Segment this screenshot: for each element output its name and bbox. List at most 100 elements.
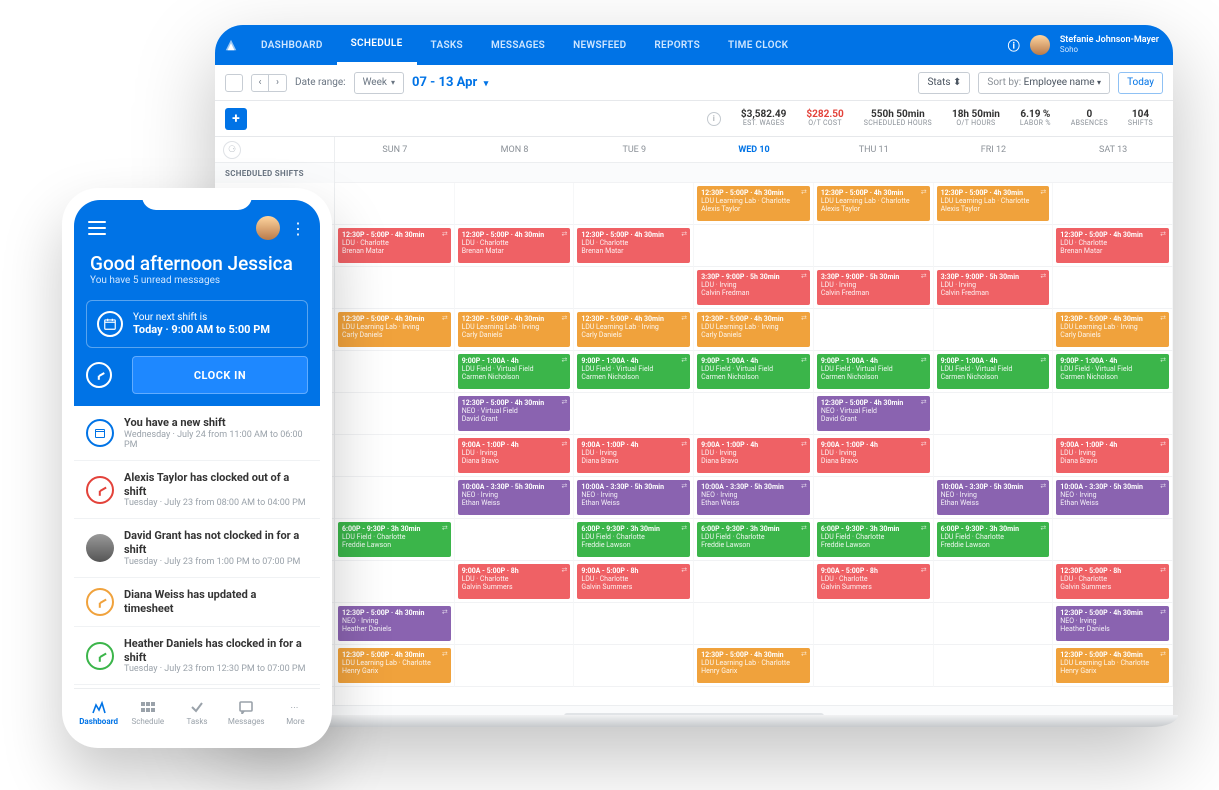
tab-dashboard[interactable]: Dashboard <box>74 689 123 736</box>
schedule-cell[interactable]: ⇄9:00P - 1:00A · 4hLDU Field · Virtual F… <box>574 351 694 393</box>
shift-card[interactable]: ⇄9:00A - 1:00P · 4hLDU · IrvingDiana Bra… <box>817 438 930 473</box>
schedule-cell[interactable]: ⇄9:00A - 1:00P · 4hLDU · IrvingDiana Bra… <box>814 435 934 477</box>
schedule-cell[interactable]: ⇄9:00A - 1:00P · 4hLDU · IrvingDiana Bra… <box>1053 435 1173 477</box>
shift-card[interactable]: ⇄9:00P - 1:00A · 4hLDU Field · Virtual F… <box>1056 354 1169 389</box>
filter-icon[interactable]: ⚆ <box>223 141 241 159</box>
schedule-cell[interactable]: ⇄9:00A - 1:00P · 4hLDU · IrvingDiana Bra… <box>694 435 814 477</box>
schedule-cell[interactable]: ⇄12:30P - 5:00P · 4h 30minLDU Learning L… <box>1053 309 1173 351</box>
schedule-cell[interactable] <box>934 603 1054 645</box>
schedule-cell[interactable] <box>455 519 575 561</box>
schedule-cell[interactable]: ⇄9:00A - 5:00P · 8hLDU · CharlotteGalvin… <box>455 561 575 603</box>
tab-more[interactable]: ⋯More <box>271 689 320 736</box>
schedule-cell[interactable]: ⇄12:30P - 5:00P · 4h 30minLDU Learning L… <box>814 183 934 225</box>
shift-card[interactable]: ⇄12:30P - 5:00P · 4h 30minLDU Learning L… <box>817 186 930 221</box>
next-week-button[interactable]: › <box>269 74 287 92</box>
day-header[interactable]: MON 8 <box>455 137 575 163</box>
schedule-cell[interactable]: ⇄12:30P - 5:00P · 4h 30minLDU · Charlott… <box>1053 225 1173 267</box>
schedule-cell[interactable]: ⇄12:30P - 5:00P · 4h 30minLDU · Charlott… <box>455 225 575 267</box>
shift-card[interactable]: ⇄12:30P - 5:00P · 4h 30minNEO · IrvingHe… <box>338 606 451 641</box>
feed-item[interactable]: Alexis Taylor has clocked out of a shift… <box>74 461 320 520</box>
shift-card[interactable]: ⇄6:00P - 9:30P · 3h 30minLDU Field · Cha… <box>697 522 810 557</box>
stats-button[interactable]: Stats ⬍ <box>918 72 970 94</box>
schedule-cell[interactable] <box>335 267 455 309</box>
schedule-cell[interactable]: ⇄12:30P - 5:00P · 4h 30minLDU Learning L… <box>694 183 814 225</box>
tab-messages[interactable]: Messages <box>222 689 271 736</box>
schedule-cell[interactable] <box>934 645 1054 687</box>
schedule-cell[interactable]: ⇄6:00P - 9:30P · 3h 30minLDU Field · Cha… <box>934 519 1054 561</box>
feed-item[interactable]: You have a new shiftWednesday · July 24 … <box>74 406 320 461</box>
schedule-cell[interactable]: ⇄9:00A - 5:00P · 8hLDU · CharlotteGalvin… <box>574 561 694 603</box>
nav-schedule[interactable]: SCHEDULE <box>337 25 417 65</box>
schedule-cell[interactable] <box>934 393 1054 435</box>
schedule-cell[interactable] <box>1053 519 1173 561</box>
info-icon[interactable]: i <box>707 112 721 126</box>
day-header[interactable]: WED 10 <box>694 137 814 163</box>
select-all-checkbox[interactable] <box>225 74 243 92</box>
schedule-cell[interactable]: ⇄10:00A - 3:30P · 5h 30minNEO · IrvingEt… <box>694 477 814 519</box>
schedule-cell[interactable] <box>455 603 575 645</box>
user-avatar[interactable] <box>256 216 280 240</box>
schedule-cell[interactable] <box>335 183 455 225</box>
schedule-cell[interactable] <box>934 435 1054 477</box>
schedule-cell[interactable]: ⇄10:00A - 3:30P · 5h 30minNEO · IrvingEt… <box>574 477 694 519</box>
schedule-cell[interactable]: ⇄9:00A - 5:00P · 8hLDU · CharlotteGalvin… <box>814 561 934 603</box>
shift-card[interactable]: ⇄12:30P - 5:00P · 4h 30minLDU Learning L… <box>577 312 690 347</box>
clock-in-button[interactable]: CLOCK IN <box>132 356 308 394</box>
shift-card[interactable]: ⇄10:00A - 3:30P · 5h 30minNEO · IrvingEt… <box>937 480 1050 515</box>
shift-card[interactable]: ⇄10:00A - 3:30P · 5h 30minNEO · IrvingEt… <box>458 480 571 515</box>
day-header[interactable]: THU 11 <box>814 137 934 163</box>
schedule-cell[interactable]: ⇄12:30P - 5:00P · 4h 30minLDU Learning L… <box>1053 645 1173 687</box>
shift-card[interactable]: ⇄9:00A - 1:00P · 4hLDU · IrvingDiana Bra… <box>458 438 571 473</box>
shift-card[interactable]: ⇄6:00P - 9:30P · 3h 30minLDU Field · Cha… <box>817 522 930 557</box>
schedule-cell[interactable] <box>574 603 694 645</box>
schedule-cell[interactable]: ⇄6:00P - 9:30P · 3h 30minLDU Field · Cha… <box>694 519 814 561</box>
feed-item[interactable]: David Grant has not clocked in for a shi… <box>74 519 320 578</box>
day-header[interactable]: FRI 12 <box>934 137 1054 163</box>
nav-newsfeed[interactable]: NEWSFEED <box>559 25 640 65</box>
shift-card[interactable]: ⇄12:30P - 5:00P · 4h 30minNEO · IrvingHe… <box>1056 606 1169 641</box>
shift-card[interactable]: ⇄10:00A - 3:30P · 5h 30minNEO · IrvingEt… <box>1056 480 1169 515</box>
schedule-cell[interactable]: ⇄12:30P - 5:00P · 4h 30minNEO · IrvingHe… <box>335 603 455 645</box>
schedule-cell[interactable] <box>814 309 934 351</box>
schedule-cell[interactable] <box>934 225 1054 267</box>
shift-card[interactable]: ⇄12:30P - 5:00P · 4h 30minNEO · Virtual … <box>458 396 571 431</box>
schedule-cell[interactable] <box>335 477 455 519</box>
schedule-cell[interactable] <box>1053 393 1173 435</box>
prev-week-button[interactable]: ‹ <box>251 74 269 92</box>
schedule-cell[interactable] <box>694 393 814 435</box>
shift-card[interactable]: ⇄12:30P - 5:00P · 4h 30minLDU Learning L… <box>338 648 451 683</box>
schedule-cell[interactable] <box>694 561 814 603</box>
schedule-cell[interactable] <box>455 183 575 225</box>
shift-card[interactable]: ⇄9:00A - 5:00P · 8hLDU · CharlotteGalvin… <box>817 564 930 599</box>
shift-card[interactable]: ⇄9:00A - 1:00P · 4hLDU · IrvingDiana Bra… <box>577 438 690 473</box>
schedule-cell[interactable]: ⇄12:30P - 5:00P · 4h 30minLDU · Charlott… <box>574 225 694 267</box>
schedule-cell[interactable]: ⇄12:30P - 5:00P · 4h 30minNEO · Virtual … <box>814 393 934 435</box>
nav-dashboard[interactable]: DASHBOARD <box>247 25 337 65</box>
day-header[interactable]: TUE 9 <box>574 137 694 163</box>
schedule-cell[interactable] <box>574 183 694 225</box>
schedule-cell[interactable]: ⇄12:30P - 5:00P · 8hLDU · CharlotteGalvi… <box>1053 561 1173 603</box>
tab-schedule[interactable]: Schedule <box>123 689 172 736</box>
schedule-cell[interactable]: ⇄9:00P - 1:00A · 4hLDU Field · Virtual F… <box>934 351 1054 393</box>
next-shift-card[interactable]: Your next shift is Today · 9:00 AM to 5:… <box>86 300 308 348</box>
menu-icon[interactable] <box>88 221 106 235</box>
schedule-cell[interactable] <box>335 435 455 477</box>
shift-card[interactable]: ⇄12:30P - 5:00P · 8hLDU · CharlotteGalvi… <box>1056 564 1169 599</box>
shift-card[interactable]: ⇄12:30P - 5:00P · 4h 30minLDU · Charlott… <box>338 228 451 263</box>
schedule-cell[interactable] <box>455 267 575 309</box>
range-mode-select[interactable]: Week ▾ <box>354 72 404 94</box>
shift-card[interactable]: ⇄10:00A - 3:30P · 5h 30minNEO · IrvingEt… <box>577 480 690 515</box>
schedule-cell[interactable] <box>574 645 694 687</box>
schedule-cell[interactable]: ⇄9:00P - 1:00A · 4hLDU Field · Virtual F… <box>1053 351 1173 393</box>
shift-card[interactable]: ⇄9:00A - 5:00P · 8hLDU · CharlotteGalvin… <box>458 564 571 599</box>
shift-card[interactable]: ⇄12:30P - 5:00P · 4h 30minLDU Learning L… <box>338 312 451 347</box>
user-avatar[interactable] <box>1030 35 1050 55</box>
shift-card[interactable]: ⇄12:30P - 5:00P · 4h 30minLDU · Charlott… <box>577 228 690 263</box>
nav-reports[interactable]: REPORTS <box>640 25 714 65</box>
shift-card[interactable]: ⇄6:00P - 9:30P · 3h 30minLDU Field · Cha… <box>338 522 451 557</box>
shift-card[interactable]: ⇄10:00A - 3:30P · 5h 30minNEO · IrvingEt… <box>697 480 810 515</box>
schedule-cell[interactable]: ⇄3:30P - 9:00P · 5h 30minLDU · IrvingCal… <box>814 267 934 309</box>
shift-card[interactable]: ⇄9:00P - 1:00A · 4hLDU Field · Virtual F… <box>577 354 690 389</box>
schedule-cell[interactable]: ⇄6:00P - 9:30P · 3h 30minLDU Field · Cha… <box>335 519 455 561</box>
schedule-cell[interactable]: ⇄3:30P - 9:00P · 5h 30minLDU · IrvingCal… <box>694 267 814 309</box>
